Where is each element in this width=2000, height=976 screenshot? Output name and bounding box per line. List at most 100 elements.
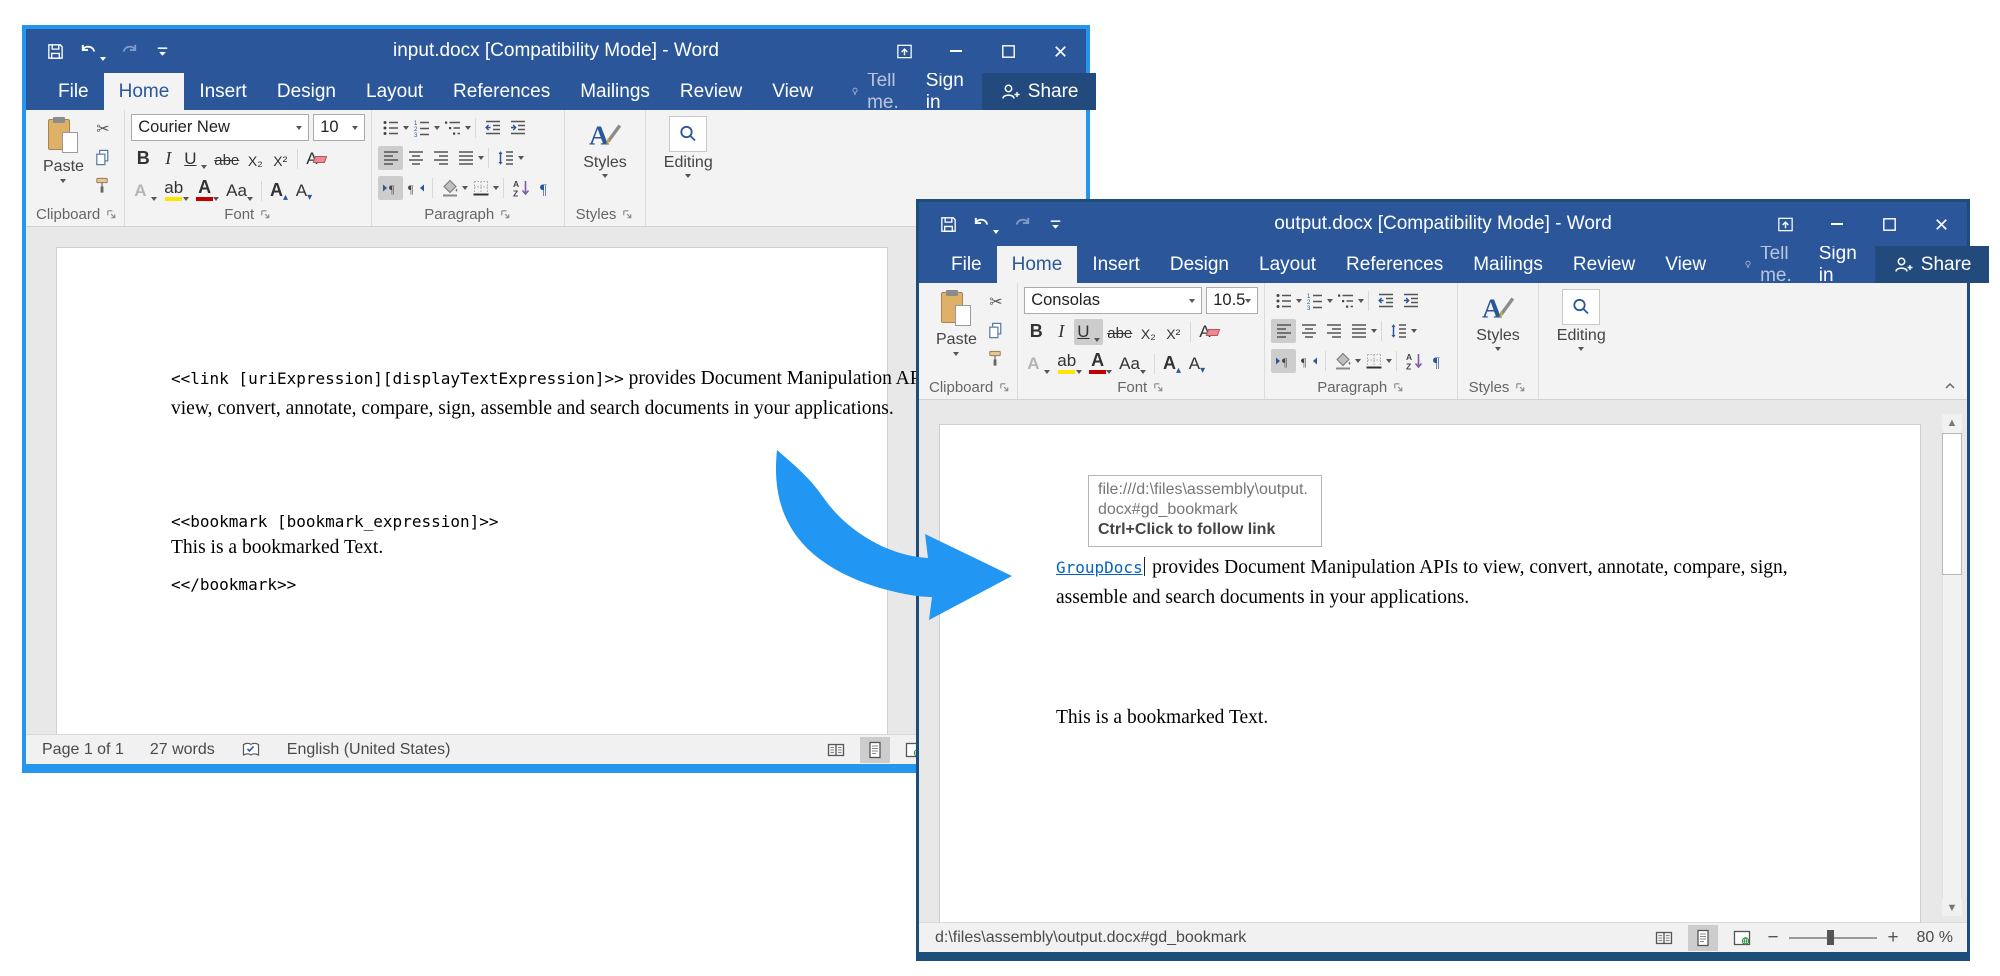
print-layout-button[interactable] (1688, 925, 1718, 951)
grow-font-button[interactable]: A▴ (1160, 351, 1184, 377)
paste-dropdown-icon[interactable] (60, 179, 66, 183)
document-page-output[interactable]: file:///d:\files\assembly\output. docx#g… (939, 424, 1921, 922)
bold-button[interactable]: B (1024, 319, 1048, 345)
save-icon[interactable] (46, 42, 65, 61)
multilevel-list-button[interactable] (1333, 289, 1358, 313)
line-spacing-button[interactable] (493, 146, 518, 170)
paste-button[interactable]: Paste (929, 287, 984, 378)
tab-file[interactable]: File (919, 246, 997, 283)
ribbon-display-options-icon[interactable] (1776, 215, 1795, 234)
clipboard-dialog-launcher-icon[interactable] (105, 208, 118, 221)
scroll-up-icon[interactable]: ▲ (1942, 414, 1962, 431)
highlight-button[interactable]: ab (1054, 351, 1085, 377)
tab-design[interactable]: Design (1155, 246, 1244, 283)
copy-button[interactable] (984, 319, 1008, 341)
proofing-icon[interactable] (241, 740, 261, 760)
borders-button[interactable] (1361, 349, 1386, 373)
borders-button[interactable] (468, 176, 493, 200)
font-name-combo[interactable]: Consolas (1024, 287, 1202, 314)
web-layout-button[interactable] (1727, 925, 1757, 951)
font-color-button[interactable]: A (193, 178, 222, 204)
subscript-button[interactable]: X₂ (1136, 319, 1160, 345)
numbering-button[interactable]: 123 (1302, 289, 1327, 313)
styles-button[interactable]: A Styles (1464, 287, 1532, 378)
font-size-combo[interactable]: 10 (313, 114, 365, 141)
language-indicator[interactable]: English (United States) (287, 741, 451, 759)
clear-formatting-button[interactable]: A (303, 146, 328, 172)
bold-button[interactable]: B (131, 146, 155, 172)
sign-in-button[interactable]: Sign in (1807, 246, 1869, 283)
tab-home[interactable]: Home (997, 246, 1078, 283)
minimize-button[interactable] (1811, 204, 1863, 244)
shading-button[interactable] (1330, 349, 1355, 373)
show-marks-button[interactable]: ¶ (533, 176, 558, 200)
zoom-slider[interactable] (1789, 937, 1877, 939)
tab-file[interactable]: File (26, 73, 104, 110)
page-indicator[interactable]: Page 1 of 1 (42, 741, 124, 759)
collapse-ribbon-icon[interactable] (1941, 378, 1959, 394)
change-case-button[interactable]: Aa (223, 178, 256, 204)
tell-me-box[interactable]: Tell me. (1735, 246, 1807, 283)
paragraph-dialog-launcher-icon[interactable] (499, 208, 512, 221)
zoom-in-button[interactable]: + (1886, 927, 1900, 949)
align-left-button[interactable] (1271, 319, 1296, 343)
groupdocs-hyperlink[interactable]: GroupDocs (1056, 558, 1143, 577)
numbering-button[interactable]: 123 (409, 116, 434, 140)
text-effects-button[interactable]: A (1024, 351, 1053, 377)
maximize-button[interactable] (1863, 204, 1915, 244)
text-effects-button[interactable]: A (131, 178, 160, 204)
read-mode-button[interactable] (821, 737, 851, 763)
tab-insert[interactable]: Insert (184, 73, 262, 110)
tab-home[interactable]: Home (104, 73, 185, 110)
sort-button[interactable]: AZ (1401, 349, 1426, 373)
italic-button[interactable]: I (1049, 319, 1073, 345)
superscript-button[interactable]: X² (268, 146, 292, 172)
redo-icon[interactable] (1013, 215, 1032, 234)
customize-qat-icon[interactable] (1046, 215, 1065, 234)
paste-dropdown-icon[interactable] (953, 352, 959, 356)
tab-insert[interactable]: Insert (1077, 246, 1155, 283)
format-painter-button[interactable] (984, 347, 1008, 369)
save-icon[interactable] (939, 215, 958, 234)
styles-button[interactable]: A Styles (571, 114, 639, 205)
tab-references[interactable]: References (438, 73, 565, 110)
sort-button[interactable]: AZ (508, 176, 533, 200)
zoom-slider-thumb[interactable] (1827, 930, 1834, 945)
font-dialog-launcher-icon[interactable] (1152, 381, 1165, 394)
zoom-percentage[interactable]: 80 % (1909, 929, 1953, 947)
undo-dropdown-icon[interactable] (100, 57, 106, 61)
shading-button[interactable] (437, 176, 462, 200)
cut-button[interactable]: ✂ (984, 291, 1008, 313)
ribbon-display-options-icon[interactable] (895, 42, 914, 61)
tab-layout[interactable]: Layout (351, 73, 438, 110)
align-center-button[interactable] (403, 146, 428, 170)
sign-in-button[interactable]: Sign in (914, 73, 976, 110)
undo-dropdown-icon[interactable] (993, 230, 999, 234)
justify-button[interactable] (453, 146, 478, 170)
align-center-button[interactable] (1296, 319, 1321, 343)
tab-references[interactable]: References (1331, 246, 1458, 283)
clear-formatting-button[interactable]: A (1196, 319, 1221, 345)
multilevel-list-button[interactable] (440, 116, 465, 140)
copy-button[interactable] (91, 146, 115, 168)
undo-button[interactable] (972, 215, 999, 234)
scrollbar-thumb[interactable] (1942, 433, 1962, 575)
maximize-button[interactable] (982, 31, 1034, 71)
underline-button[interactable]: U (181, 146, 210, 172)
tab-view[interactable]: View (1650, 246, 1721, 283)
superscript-button[interactable]: X² (1161, 319, 1185, 345)
shrink-font-button[interactable]: A▾ (1185, 351, 1209, 377)
undo-button[interactable] (79, 42, 106, 61)
tab-review[interactable]: Review (665, 73, 757, 110)
styles-dialog-launcher-icon[interactable] (1514, 381, 1527, 394)
change-case-button[interactable]: Aa (1116, 351, 1149, 377)
font-size-combo[interactable]: 10.5 (1206, 287, 1258, 314)
scroll-down-icon[interactable]: ▼ (1942, 899, 1962, 916)
italic-button[interactable]: I (156, 146, 180, 172)
document-page-input[interactable]: <<link [uriExpression][displayTextExpres… (56, 247, 888, 734)
tab-view[interactable]: View (757, 73, 828, 110)
underline-button[interactable]: U (1074, 319, 1103, 345)
show-marks-button[interactable]: ¶ (1426, 349, 1451, 373)
align-right-button[interactable] (428, 146, 453, 170)
editing-button[interactable]: Editing (652, 114, 725, 205)
